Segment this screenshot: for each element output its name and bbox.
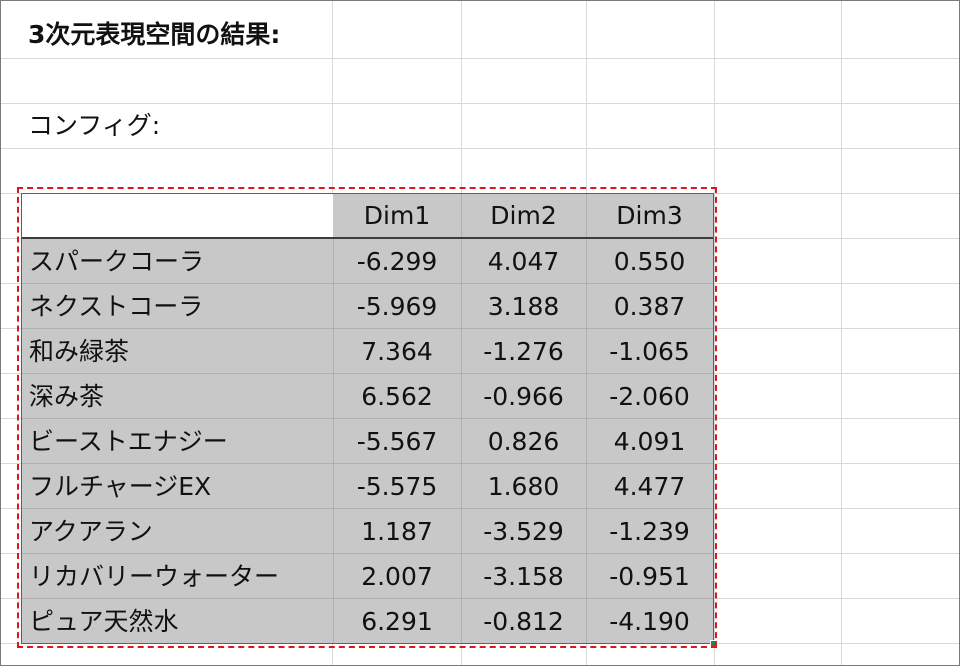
row-label-cell[interactable]: 深み茶 [29,374,329,419]
column-header-dim2[interactable]: Dim2 [461,193,586,237]
table-row: ネクストコーラ -5.969 3.188 0.387 [21,284,713,329]
column-separator [461,193,462,237]
table-row: ビーストエナジー -5.567 0.826 4.091 [21,419,713,464]
column-separator [586,193,587,237]
dim2-cell[interactable]: 3.188 [461,284,586,329]
results-table: Dim1 Dim2 Dim3 スパークコーラ -6.299 4.047 0.55… [21,193,713,643]
grid-col-line [714,1,715,665]
dim1-cell[interactable]: 6.562 [333,374,461,419]
table-row: アクアラン 1.187 -3.529 -1.239 [21,509,713,554]
dim3-cell[interactable]: 4.091 [586,419,713,464]
table-header-row: Dim1 Dim2 Dim3 [21,193,713,237]
row-label-cell[interactable]: ピュア天然水 [29,599,329,644]
dim2-cell[interactable]: 1.680 [461,464,586,509]
row-label-cell[interactable]: ネクストコーラ [29,284,329,329]
table-row: フルチャージEX -5.575 1.680 4.477 [21,464,713,509]
dim3-cell[interactable]: -1.239 [586,509,713,554]
dim2-cell[interactable]: -3.529 [461,509,586,554]
column-header-dim3[interactable]: Dim3 [586,193,713,237]
grid-row-line [1,148,959,149]
column-header-dim1[interactable]: Dim1 [333,193,461,237]
spreadsheet-grid[interactable]: 3次元表現空間の結果: コンフィグ: Dim1 Dim2 Dim3 スパークコー… [0,0,960,666]
table-row: ピュア天然水 6.291 -0.812 -4.190 [21,599,713,644]
fill-handle[interactable] [710,640,718,648]
table-body: スパークコーラ -6.299 4.047 0.550 ネクストコーラ -5.96… [21,239,713,643]
table-row: リカバリーウォーター 2.007 -3.158 -0.951 [21,554,713,599]
dim1-cell[interactable]: -5.575 [333,464,461,509]
table-row: 和み緑茶 7.364 -1.276 -1.065 [21,329,713,374]
row-label-cell[interactable]: スパークコーラ [29,239,329,284]
row-label-cell[interactable]: ビーストエナジー [29,419,329,464]
dim1-cell[interactable]: 7.364 [333,329,461,374]
row-label-cell[interactable]: アクアラン [29,509,329,554]
grid-row-line [1,103,959,104]
dim1-cell[interactable]: 1.187 [333,509,461,554]
grid-row-line [1,58,959,59]
dim2-cell[interactable]: 0.826 [461,419,586,464]
dim1-cell[interactable]: -5.567 [333,419,461,464]
header-blank-cell[interactable] [21,193,333,237]
table-row: 深み茶 6.562 -0.966 -2.060 [21,374,713,419]
row-label-cell[interactable]: 和み緑茶 [29,329,329,374]
sheet-title-cell[interactable]: 3次元表現空間の結果: [28,15,280,55]
dim2-cell[interactable]: -0.966 [461,374,586,419]
dim3-cell[interactable]: 0.387 [586,284,713,329]
dim1-cell[interactable]: 6.291 [333,599,461,644]
dim3-cell[interactable]: -4.190 [586,599,713,644]
dim3-cell[interactable]: -1.065 [586,329,713,374]
dim3-cell[interactable]: -0.951 [586,554,713,599]
grid-col-line [841,1,842,665]
dim3-cell[interactable]: 4.477 [586,464,713,509]
dim2-cell[interactable]: -1.276 [461,329,586,374]
row-label-cell[interactable]: リカバリーウォーター [29,554,329,599]
config-label-cell[interactable]: コンフィグ: [28,106,160,146]
table-row: スパークコーラ -6.299 4.047 0.550 [21,239,713,284]
dim2-cell[interactable]: 4.047 [461,239,586,284]
dim2-cell[interactable]: -0.812 [461,599,586,644]
dim3-cell[interactable]: 0.550 [586,239,713,284]
dim1-cell[interactable]: -5.969 [333,284,461,329]
dim1-cell[interactable]: -6.299 [333,239,461,284]
dim1-cell[interactable]: 2.007 [333,554,461,599]
row-label-cell[interactable]: フルチャージEX [29,464,329,509]
dim3-cell[interactable]: -2.060 [586,374,713,419]
dim2-cell[interactable]: -3.158 [461,554,586,599]
